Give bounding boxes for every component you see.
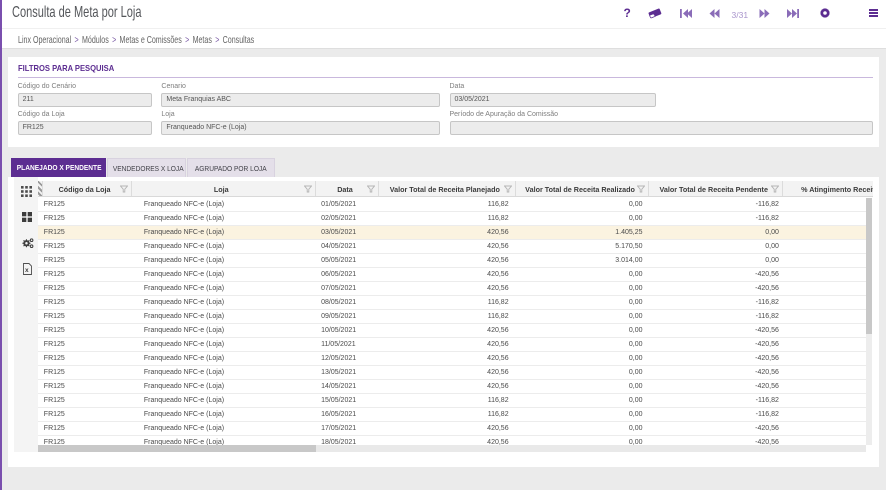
- svg-text:x: x: [25, 267, 29, 274]
